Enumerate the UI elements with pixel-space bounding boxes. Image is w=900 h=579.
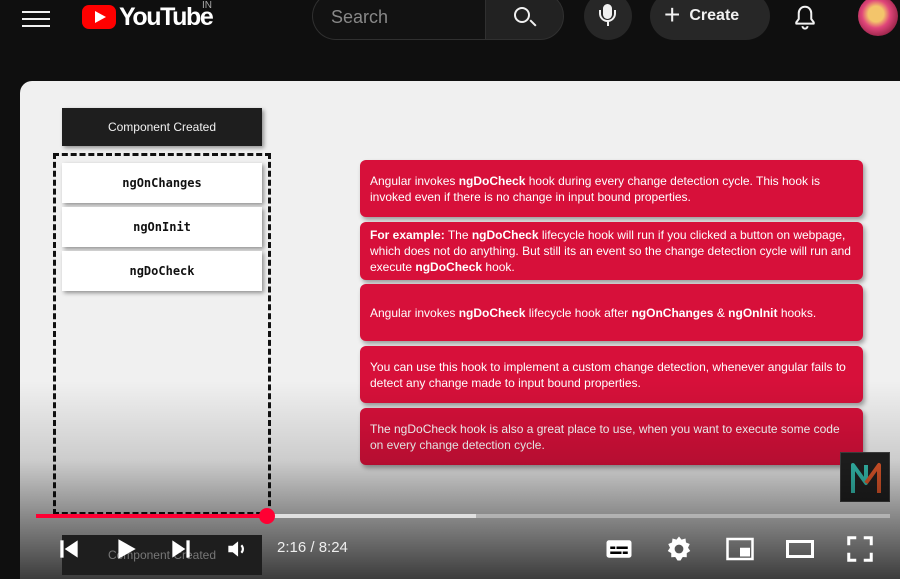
volume-icon [228,541,244,557]
mute-button[interactable] [224,536,250,562]
hook-ngoninit: ngOnInit [62,207,262,247]
next-button[interactable] [168,536,194,562]
info-card: Angular invokes ngDoCheck hook during ev… [360,160,863,217]
menu-icon[interactable] [22,6,50,28]
youtube-logo[interactable]: YouTube IN [82,0,214,31]
previous-button[interactable] [56,536,82,562]
youtube-header: YouTube IN Search + Create [0,0,900,72]
search-icon [514,7,530,23]
bell-icon [795,5,815,30]
time-display: 2:16 / 8:24 [277,539,348,556]
video-player[interactable]: Component Created ngOnChanges ngOnInit n… [20,81,900,579]
played-bar [36,514,267,518]
plus-icon: + [664,0,681,30]
settings-button[interactable] [664,534,694,564]
youtube-play-logo-icon [82,5,116,29]
search-button[interactable] [485,0,564,40]
create-label: Create [689,7,740,24]
subtitles-icon [606,540,632,558]
logo-text: YouTube [119,2,214,31]
play-button[interactable] [113,536,139,562]
subtitles-button[interactable] [604,534,634,564]
notifications-button[interactable] [790,3,820,33]
previous-icon [60,540,78,558]
info-card-text: Angular invokes ngDoCheck hook during ev… [370,173,821,204]
create-button[interactable]: + Create [650,0,770,40]
hook-ngdocheck: ngDoCheck [62,251,262,291]
info-card: For example: The ngDoCheck lifecycle hoo… [360,222,863,280]
scrubber-handle[interactable] [258,508,275,524]
avatar[interactable] [858,0,898,36]
miniplayer-icon [726,537,754,561]
voice-search-button[interactable] [584,0,632,40]
info-card-text: For example: The ngDoCheck lifecycle hoo… [370,228,851,274]
search-input[interactable]: Search [312,0,485,40]
component-created-box: Component Created [62,108,262,146]
next-icon [172,540,190,558]
fullscreen-button[interactable] [845,534,875,564]
search-bar: Search [312,0,564,40]
settings-icon [667,536,691,561]
progress-bar[interactable] [36,508,890,524]
hook-ngonchanges: ngOnChanges [62,163,262,203]
fullscreen-icon [847,536,873,562]
region-code: IN [202,0,212,11]
info-card-text: Angular invokes ngDoCheck lifecycle hook… [370,305,817,320]
play-icon [118,539,136,559]
info-card: Angular invokes ngDoCheck lifecycle hook… [360,284,863,341]
theater-mode-button[interactable] [784,534,816,564]
miniplayer-button[interactable] [724,534,756,564]
theater-mode-icon [786,540,814,558]
